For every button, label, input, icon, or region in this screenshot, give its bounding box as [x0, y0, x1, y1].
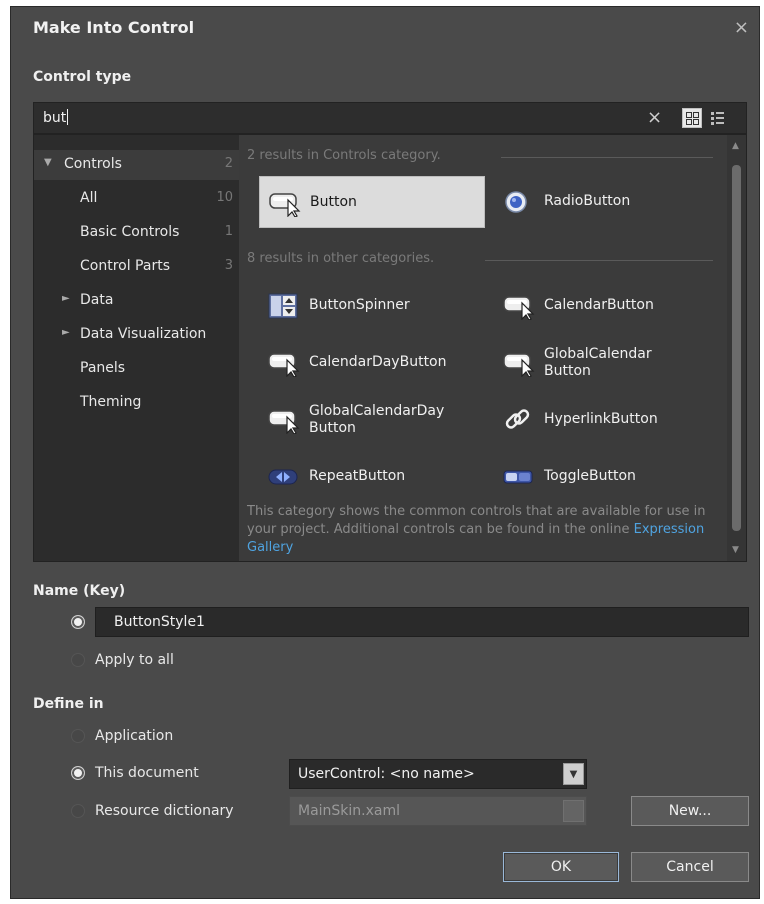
result-radiobutton[interactable]: RadioButton	[494, 176, 714, 228]
expander-right-icon[interactable]: ►	[62, 327, 70, 338]
button-spinner-icon	[268, 293, 298, 319]
button-icon	[269, 193, 301, 217]
make-into-control-dialog: Make Into Control × Control type but × ▼…	[10, 6, 760, 899]
close-icon[interactable]: ×	[734, 17, 749, 38]
repeat-button-icon	[268, 469, 298, 485]
button-icon	[503, 353, 535, 377]
results-scrollbar[interactable]: ▲ ▼	[727, 135, 746, 561]
result-calendardaybutton[interactable]: CalendarDayButton	[259, 337, 485, 389]
tree-item-label: Data	[80, 292, 114, 308]
results-pane: 2 results in Controls category. Button R…	[239, 135, 729, 561]
this-document-label[interactable]: This document	[95, 765, 199, 781]
resource-dictionary-radio[interactable]	[71, 804, 85, 818]
result-togglebutton[interactable]: ToggleButton	[494, 451, 714, 503]
tree-item-control-parts[interactable]: Control Parts 3	[34, 252, 239, 282]
result-label: ButtonSpinner	[309, 297, 410, 313]
name-radio[interactable]	[71, 615, 85, 629]
result-label: ToggleButton	[544, 468, 636, 484]
asset-browser: ▼ Controls 2 All 10 Basic Controls 1 Con…	[33, 134, 747, 562]
new-dictionary-button[interactable]: New...	[631, 796, 749, 826]
chevron-down-icon[interactable]: ▼	[563, 763, 584, 785]
result-label: GlobalCalendar Button	[544, 346, 652, 379]
result-label: Button	[310, 194, 357, 210]
header-divider	[501, 157, 713, 158]
document-combo[interactable]: UserControl: <no name> ▼	[289, 759, 587, 789]
tree-item-count: 2	[224, 156, 233, 171]
radio-button-icon	[505, 191, 527, 213]
control-search-box[interactable]: but ×	[33, 102, 747, 134]
result-globalcalendarbutton[interactable]: GlobalCalendar Button	[494, 337, 714, 389]
tree-item-data-visualization[interactable]: ► Data Visualization	[34, 320, 239, 350]
search-input[interactable]: but	[43, 109, 69, 126]
result-hyperlinkbutton[interactable]: HyperlinkButton	[494, 394, 714, 446]
tree-item-label: Panels	[80, 360, 126, 376]
result-label: GlobalCalendarDay Button	[309, 403, 445, 436]
scroll-up-icon[interactable]: ▲	[732, 141, 739, 151]
grid-view-icon[interactable]	[682, 108, 702, 128]
result-calendarbutton[interactable]: CalendarButton	[494, 280, 714, 332]
name-key-label: Name (Key)	[33, 583, 126, 599]
list-view-icon[interactable]	[707, 108, 727, 128]
toggle-button-icon	[503, 470, 533, 484]
tree-item-label: Theming	[80, 394, 142, 410]
define-in-label: Define in	[33, 696, 104, 712]
scroll-thumb[interactable]	[732, 165, 741, 531]
resource-dictionary-combo: MainSkin.xaml ▼	[289, 796, 587, 826]
scroll-down-icon[interactable]: ▼	[732, 545, 739, 555]
tree-item-data[interactable]: ► Data	[34, 286, 239, 316]
tree-item-count: 3	[224, 258, 233, 273]
button-icon	[268, 410, 300, 434]
category-results-header: 2 results in Controls category.	[247, 148, 441, 163]
apply-to-all-label[interactable]: Apply to all	[95, 652, 174, 668]
application-label[interactable]: Application	[95, 728, 173, 744]
button-icon	[268, 353, 300, 377]
result-globalcalendardaybutton[interactable]: GlobalCalendarDay Button	[259, 394, 485, 446]
tree-item-all[interactable]: All 10	[34, 184, 239, 214]
result-button[interactable]: Button	[259, 176, 485, 228]
tree-item-count: 10	[216, 190, 233, 205]
tree-item-label: Data Visualization	[80, 326, 207, 342]
result-label: HyperlinkButton	[544, 411, 658, 427]
other-results-header: 8 results in other categories.	[247, 251, 435, 266]
tree-item-count: 1	[224, 224, 233, 239]
cancel-button[interactable]: Cancel	[631, 852, 749, 882]
result-repeatbutton[interactable]: RepeatButton	[259, 451, 485, 503]
chevron-down-icon: ▼	[563, 800, 584, 822]
resource-dictionary-value: MainSkin.xaml	[298, 803, 401, 819]
tree-item-label: Basic Controls	[80, 224, 180, 240]
tree-item-label: Control Parts	[80, 258, 170, 274]
control-type-label: Control type	[33, 69, 132, 85]
expander-down-icon[interactable]: ▼	[44, 157, 52, 168]
header-divider	[485, 260, 713, 261]
result-label: CalendarButton	[544, 297, 654, 313]
category-tree: ▼ Controls 2 All 10 Basic Controls 1 Con…	[34, 135, 239, 561]
this-document-radio[interactable]	[71, 766, 85, 780]
hyperlink-icon	[505, 409, 530, 429]
name-key-input[interactable]: ButtonStyle1	[95, 607, 749, 637]
category-description: This category shows the common controls …	[247, 504, 706, 555]
tree-item-theming[interactable]: Theming	[34, 388, 239, 418]
result-label: RadioButton	[544, 193, 631, 209]
tree-item-label: Controls	[64, 156, 122, 172]
tree-item-basic-controls[interactable]: Basic Controls 1	[34, 218, 239, 248]
button-icon	[503, 296, 535, 320]
tree-item-panels[interactable]: Panels	[34, 354, 239, 384]
result-label: CalendarDayButton	[309, 354, 447, 370]
name-key-value: ButtonStyle1	[114, 614, 205, 630]
resource-dictionary-label[interactable]: Resource dictionary	[95, 803, 234, 819]
result-buttonspinner[interactable]: ButtonSpinner	[259, 280, 485, 332]
application-radio[interactable]	[71, 729, 85, 743]
tree-item-label: All	[80, 190, 98, 206]
expander-right-icon[interactable]: ►	[62, 293, 70, 304]
document-combo-value: UserControl: <no name>	[298, 766, 475, 782]
ok-button[interactable]: OK	[503, 852, 619, 882]
clear-search-icon[interactable]: ×	[647, 107, 662, 128]
apply-to-all-radio[interactable]	[71, 653, 85, 667]
result-label: RepeatButton	[309, 468, 406, 484]
title-bar: Make Into Control ×	[11, 7, 759, 51]
tree-item-controls[interactable]: ▼ Controls 2	[34, 150, 239, 180]
dialog-title: Make Into Control	[33, 18, 195, 37]
